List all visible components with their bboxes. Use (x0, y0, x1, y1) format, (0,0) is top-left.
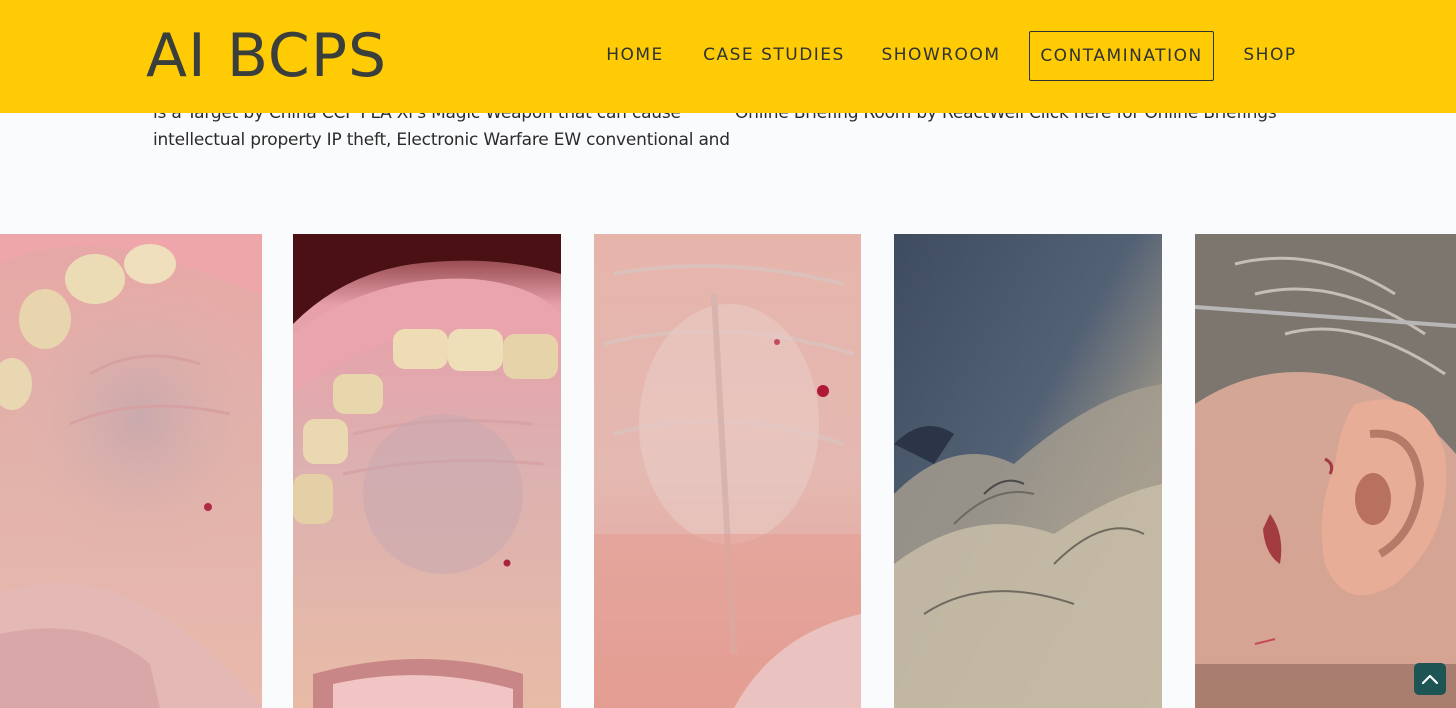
gallery-photo-ear[interactable] (1195, 234, 1456, 708)
site-logo[interactable]: AI BCPS (146, 16, 387, 96)
site-header: AI BCPS HOME CASE STUDIES SHOWROOM CONTA… (0, 0, 1456, 113)
intro-line: intellectual property IP theft, Electron… (153, 130, 730, 150)
photo-gallery (0, 234, 1456, 708)
back-to-top-button[interactable] (1414, 663, 1446, 695)
gallery-photo-fabric[interactable] (894, 234, 1162, 708)
nav-case-studies[interactable]: CASE STUDIES (700, 31, 848, 79)
nav-home[interactable]: HOME (598, 31, 672, 79)
nav-contamination[interactable]: CONTAMINATION (1029, 31, 1214, 81)
gallery-photo-teeth-palate[interactable] (293, 234, 561, 708)
gallery-photo-palate-1[interactable] (0, 234, 262, 708)
gallery-photo-palate-2[interactable] (594, 234, 861, 708)
nav-shop[interactable]: SHOP (1236, 31, 1304, 79)
nav-showroom[interactable]: SHOWROOM (876, 31, 1006, 79)
chevron-up-icon (1421, 674, 1439, 685)
